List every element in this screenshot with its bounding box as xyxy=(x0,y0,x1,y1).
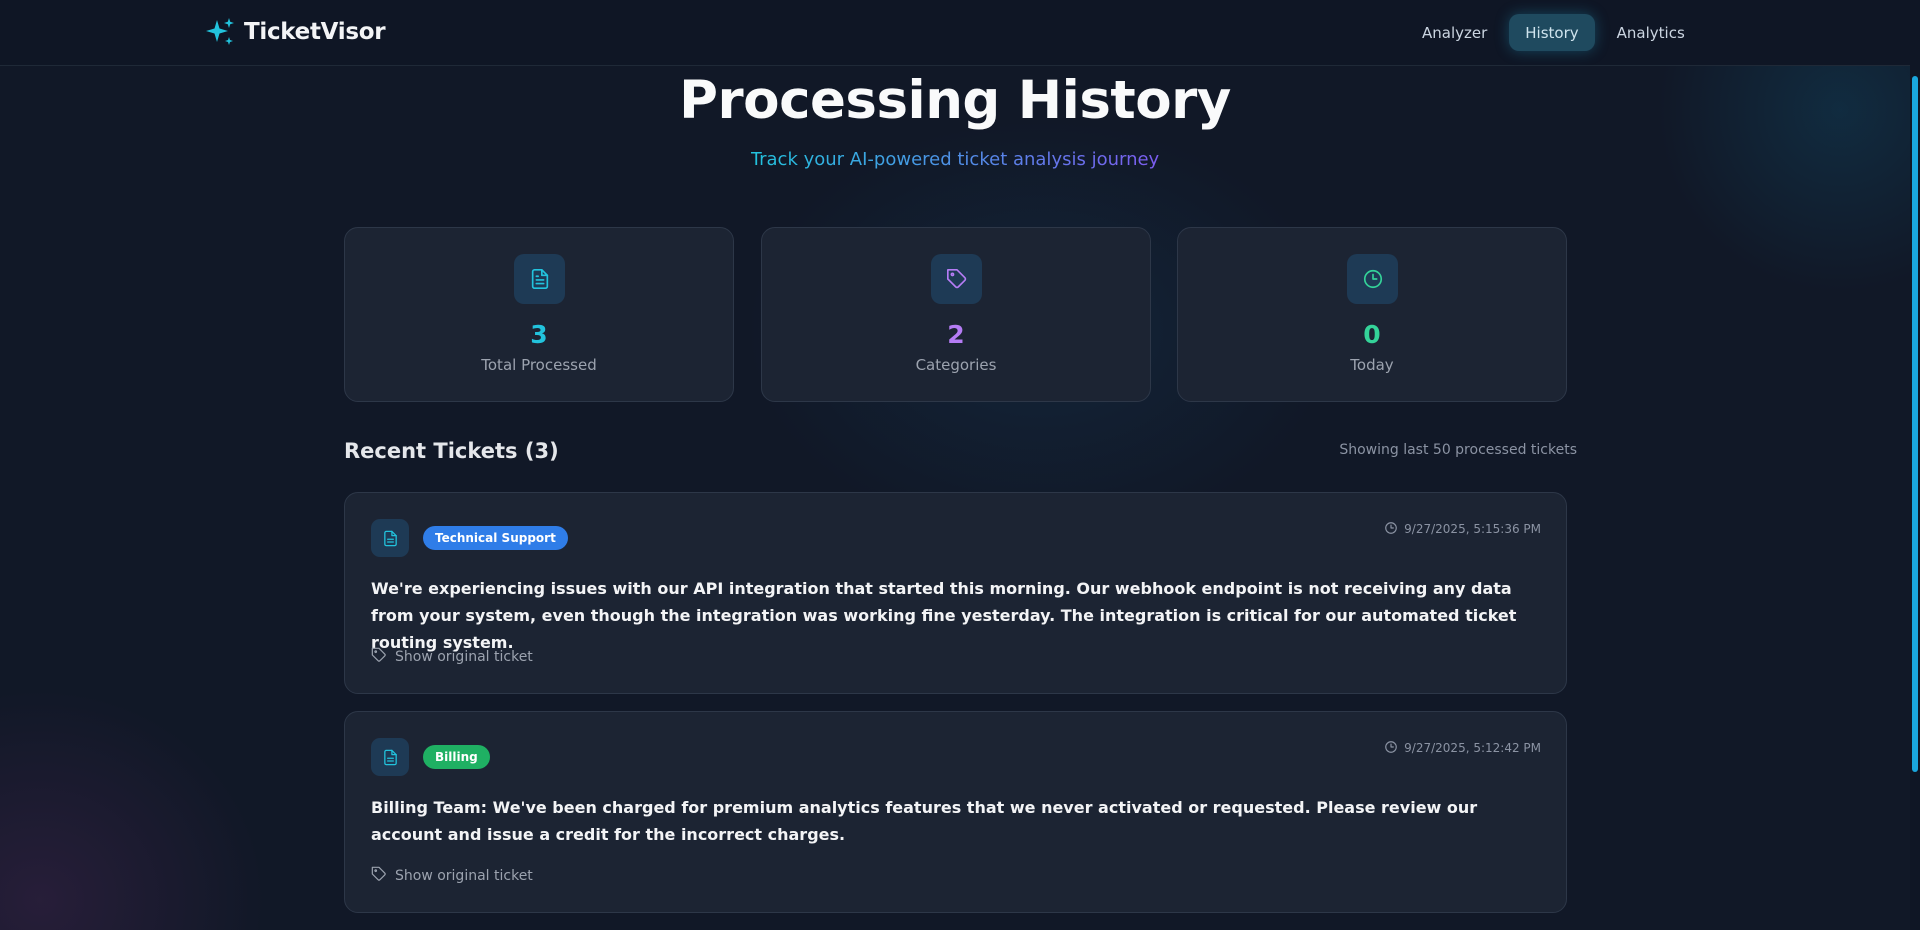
show-original-ticket-button[interactable]: Show original ticket xyxy=(371,866,533,886)
ticket-timestamp-text: 9/27/2025, 5:12:42 PM xyxy=(1404,741,1541,755)
brand[interactable]: TicketVisor xyxy=(204,14,386,50)
stat-card-categories: 2 Categories xyxy=(761,227,1151,402)
ticket-summary: We're experiencing issues with our API i… xyxy=(371,579,1517,652)
stat-value: 0 xyxy=(1363,320,1381,349)
show-original-ticket-label: Show original ticket xyxy=(395,868,533,884)
stat-value: 3 xyxy=(530,320,548,349)
page-subtitle: Track your AI-powered ticket analysis jo… xyxy=(0,149,1910,170)
page-subtitle-text: Track your AI-powered ticket analysis jo… xyxy=(750,149,1160,170)
stat-label: Total Processed xyxy=(481,356,597,374)
nav-links: Analyzer History Analytics xyxy=(1406,14,1701,51)
nav-link-analytics[interactable]: Analytics xyxy=(1601,14,1701,51)
scrollbar-thumb[interactable] xyxy=(1912,76,1918,772)
show-original-ticket-button[interactable]: Show original ticket xyxy=(371,647,533,667)
document-icon xyxy=(514,254,565,304)
nav-link-history[interactable]: History xyxy=(1509,14,1595,51)
stat-card-today: 0 Today xyxy=(1177,227,1567,402)
ticket-timestamp: 9/27/2025, 5:12:42 PM xyxy=(1384,739,1541,757)
stat-label: Today xyxy=(1350,356,1394,374)
ticket-card: Technical Support 9/27/2025, 5:15:36 PM … xyxy=(344,492,1567,694)
document-icon xyxy=(371,519,409,557)
show-original-ticket-label: Show original ticket xyxy=(395,649,533,665)
category-badge: Technical Support xyxy=(423,526,568,550)
tag-icon xyxy=(371,866,387,886)
ticket-card: Billing 9/27/2025, 5:12:42 PM Billing Te… xyxy=(344,711,1567,913)
stat-label: Categories xyxy=(915,356,997,374)
top-navbar: TicketVisor Analyzer History Analytics xyxy=(0,0,1910,66)
ticket-timestamp-text: 9/27/2025, 5:15:36 PM xyxy=(1404,522,1541,536)
clock-icon xyxy=(1384,740,1398,757)
ticket-timestamp: 9/27/2025, 5:15:36 PM xyxy=(1384,520,1541,538)
recent-tickets-title: Recent Tickets (3) xyxy=(344,439,559,463)
tag-icon xyxy=(371,647,387,667)
brand-name: TicketVisor xyxy=(244,19,386,45)
category-badge: Billing xyxy=(423,745,490,769)
document-icon xyxy=(371,738,409,776)
recent-tickets-note: Showing last 50 processed tickets xyxy=(1339,442,1577,458)
clock-icon xyxy=(1347,254,1398,304)
stat-card-total-processed: 3 Total Processed xyxy=(344,227,734,402)
page-scrollbar[interactable] xyxy=(1910,0,1920,930)
tag-icon xyxy=(931,254,982,304)
sparkles-icon xyxy=(204,16,236,48)
nav-link-analyzer[interactable]: Analyzer xyxy=(1406,14,1503,51)
page-title: Processing History xyxy=(679,70,1231,131)
clock-icon xyxy=(1384,521,1398,538)
stat-value: 2 xyxy=(947,320,965,349)
ticket-summary: Billing Team: We've been charged for pre… xyxy=(371,798,1478,844)
